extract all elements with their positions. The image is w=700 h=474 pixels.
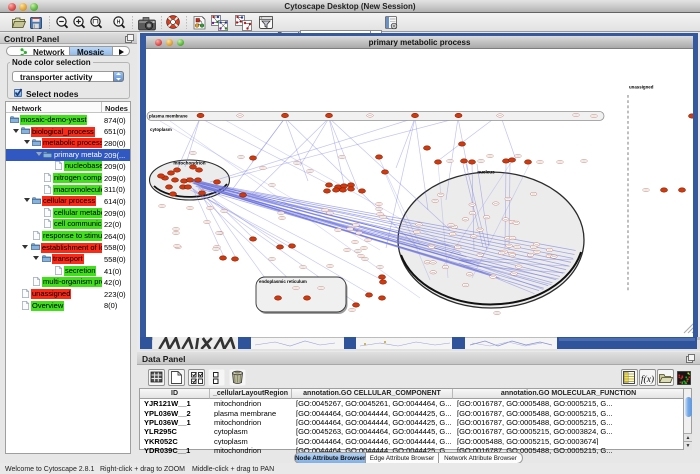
svg-text:plasma membrane: plasma membrane bbox=[149, 114, 188, 119]
svg-text:f(x): f(x) bbox=[641, 374, 654, 385]
svg-text:endoplasmic reticulum: endoplasmic reticulum bbox=[259, 279, 307, 284]
svg-text:nucleus: nucleus bbox=[477, 170, 495, 175]
svg-text:unassigned: unassigned bbox=[629, 85, 654, 90]
svg-text:cytoplasm: cytoplasm bbox=[150, 127, 172, 132]
svg-text:mitochondrion: mitochondrion bbox=[173, 161, 205, 166]
svg-text:H: H bbox=[117, 19, 121, 25]
